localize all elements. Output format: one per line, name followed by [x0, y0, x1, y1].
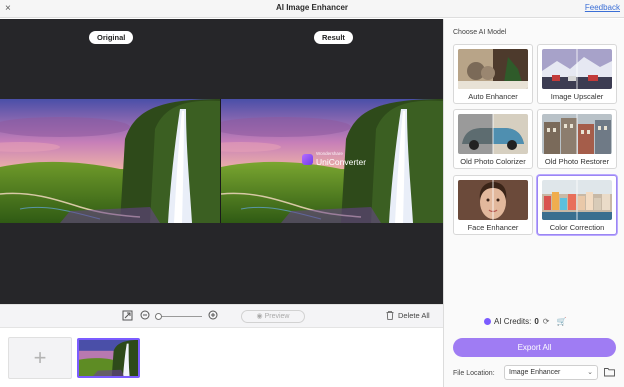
- model-label: Image Upscaler: [550, 92, 604, 101]
- credits-label: AI Credits:: [494, 317, 532, 326]
- thumbnail-strip: +: [0, 327, 443, 387]
- model-label: Color Correction: [549, 223, 605, 232]
- trash-icon: [386, 311, 394, 320]
- model-card-image-upscaler[interactable]: Image Upscaler: [537, 44, 617, 104]
- model-card-old-photo-restorer[interactable]: Old Photo Restorer: [537, 109, 617, 169]
- model-label: Old Photo Restorer: [544, 157, 610, 166]
- credits-icon: [484, 318, 491, 325]
- model-label: Old Photo Colorizer: [460, 157, 526, 166]
- fit-screen-icon[interactable]: [122, 310, 133, 321]
- window-title: AI Image Enhancer: [275, 3, 349, 12]
- app-window: × AI Image Enhancer Feedback Original Re…: [0, 0, 624, 387]
- old-photo-colorizer-preview: [458, 114, 528, 154]
- zoom-slider-track[interactable]: [160, 316, 202, 317]
- original-image: [0, 99, 221, 223]
- add-image-button[interactable]: +: [8, 337, 72, 379]
- zoom-in-icon[interactable]: [208, 310, 219, 321]
- color-correction-preview: [542, 180, 612, 220]
- preview-button[interactable]: ◉ Preview: [241, 310, 305, 323]
- compare-divider[interactable]: [220, 99, 221, 223]
- credits-count: 0: [534, 317, 539, 326]
- zoom-out-icon[interactable]: [140, 310, 151, 321]
- refresh-icon[interactable]: ⟳: [543, 317, 550, 326]
- cart-icon[interactable]: 🛒: [557, 317, 567, 326]
- image-thumbnail[interactable]: [77, 338, 140, 378]
- ai-credits: AI Credits: 0 ⟳ 🛒: [484, 317, 566, 326]
- panel-title: Choose AI Model: [453, 29, 507, 36]
- delete-all-button[interactable]: Delete All: [386, 311, 430, 320]
- auto-enhancer-preview: [458, 49, 528, 89]
- plus-icon: +: [33, 345, 47, 370]
- result-label: Result: [314, 31, 353, 44]
- preview-toolbar: ◉ Preview Delete All: [0, 304, 443, 327]
- ai-model-panel: Choose AI Model Auto Enhancer Image Upsc…: [443, 19, 624, 387]
- preview-area: Original Result Wondershare UniConverter: [0, 19, 443, 304]
- folder-icon[interactable]: [604, 367, 615, 377]
- export-all-button[interactable]: Export All: [453, 338, 616, 357]
- uniconverter-logo-icon: [302, 154, 313, 165]
- file-location-label: File Location:: [453, 370, 495, 377]
- image-upscaler-preview: [542, 49, 612, 89]
- zoom-slider-handle[interactable]: [155, 313, 162, 320]
- preview-button-label: Preview: [264, 313, 290, 320]
- watermark-brand: Wondershare: [316, 151, 343, 156]
- model-card-color-correction[interactable]: Color Correction: [537, 175, 617, 235]
- old-photo-restorer-preview: [542, 114, 612, 154]
- delete-all-label: Delete All: [398, 311, 430, 320]
- watermark-product: UniConverter: [316, 157, 367, 167]
- model-label: Auto Enhancer: [468, 92, 518, 101]
- feedback-link[interactable]: Feedback: [585, 3, 620, 12]
- chevron-down-icon: ⌄: [587, 369, 593, 376]
- eye-icon: ◉: [256, 313, 263, 320]
- original-label: Original: [89, 31, 134, 44]
- file-location-select[interactable]: Image Enhancer ⌄: [504, 365, 598, 380]
- model-label: Face Enhancer: [467, 223, 519, 232]
- model-card-old-photo-colorizer[interactable]: Old Photo Colorizer: [453, 109, 533, 169]
- model-card-face-enhancer[interactable]: Face Enhancer: [453, 175, 533, 235]
- title-bar: × AI Image Enhancer Feedback: [0, 0, 624, 18]
- face-enhancer-preview: [458, 180, 528, 220]
- file-location-value: Image Enhancer: [509, 369, 561, 376]
- model-card-auto-enhancer[interactable]: Auto Enhancer: [453, 44, 533, 104]
